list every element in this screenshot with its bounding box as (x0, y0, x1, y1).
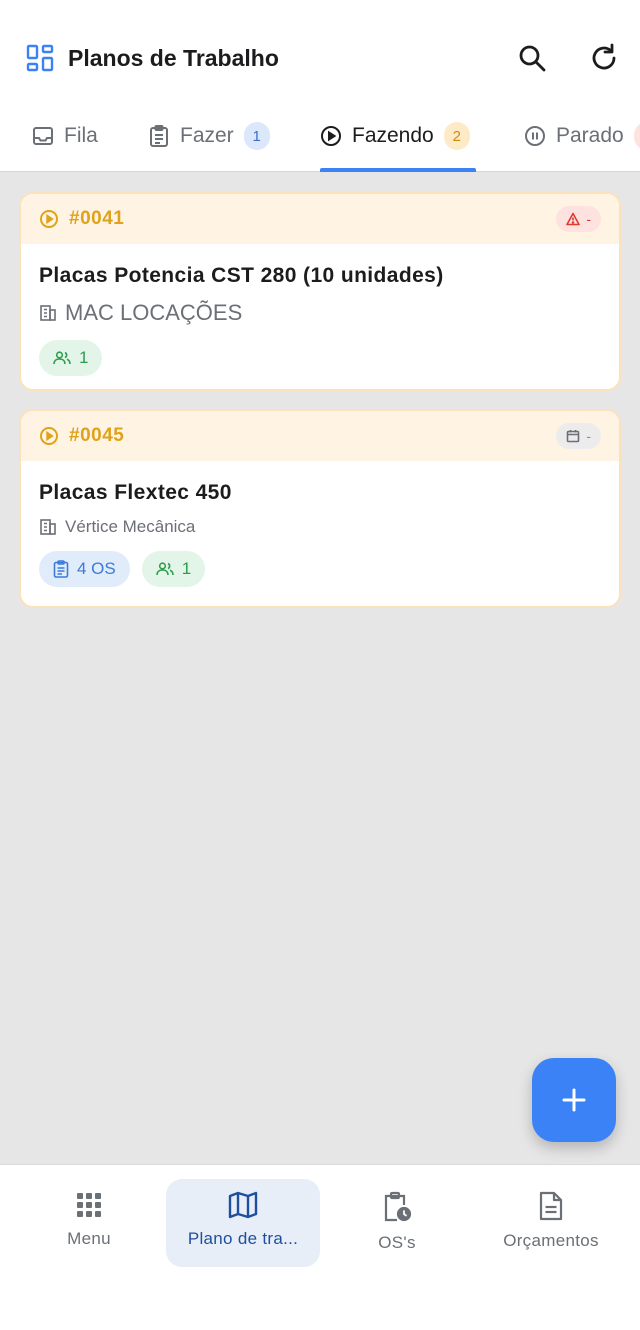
os-count: 4 OS (77, 559, 116, 578)
active-tab-indicator (320, 168, 476, 172)
card-code: #0041 (69, 208, 125, 229)
search-button[interactable] (512, 38, 552, 78)
client-name: Vértice Mecânica (65, 517, 196, 536)
building-icon (40, 305, 56, 321)
play-circle-icon (40, 210, 58, 228)
search-icon (519, 45, 546, 72)
map-icon (228, 1191, 258, 1219)
work-plan-card[interactable]: #0045 - Placas Flextec 450 Vértice Mecân… (19, 409, 621, 608)
tab-fila[interactable]: Fila (32, 100, 98, 172)
play-circle-icon (321, 126, 341, 146)
nav-orcamentos[interactable]: Orçamentos (474, 1179, 628, 1267)
users-icon (53, 351, 71, 365)
tab-fazer[interactable]: Fazer 1 (148, 100, 270, 172)
due-date-badge: - (556, 423, 601, 449)
tab-label: Fazendo (352, 124, 434, 147)
people-count-badge: 1 (141, 551, 206, 587)
users-icon (155, 562, 174, 576)
nav-work-plan[interactable]: Plano de tra... (166, 1179, 320, 1267)
count-badge (633, 122, 640, 150)
nav-menu[interactable]: Menu (12, 1179, 166, 1267)
status-text: - (586, 211, 591, 227)
refresh-button[interactable] (584, 38, 624, 78)
refresh-icon (592, 43, 616, 70)
clipboard-list-icon (150, 125, 168, 147)
page-title: Planos de Trabalho (68, 45, 279, 71)
people-count: 1 (79, 348, 89, 367)
grid-icon (77, 1193, 101, 1217)
plus-icon (562, 1088, 586, 1112)
tab-parado[interactable]: Parado (524, 100, 640, 172)
tab-fazendo[interactable]: Fazendo 2 (320, 100, 470, 172)
clipboard-clock-icon (384, 1191, 412, 1222)
document-icon (539, 1191, 563, 1221)
nav-label: OS's (378, 1233, 416, 1252)
client-name: MAC LOCAÇÕES (65, 300, 243, 325)
os-count-badge: 4 OS (39, 551, 130, 587)
client-row: Vértice Mecânica (39, 517, 601, 537)
inbox-icon (33, 127, 53, 145)
people-count-badge: 1 (39, 340, 103, 376)
work-plan-card[interactable]: #0041 - Placas Potencia CST 280 (10 unid… (19, 192, 621, 391)
card-body: Placas Flextec 450 Vértice Mecânica 4 OS… (21, 461, 619, 587)
nav-os[interactable]: OS's (320, 1179, 474, 1267)
count-badge: 1 (243, 122, 270, 150)
card-tags: 1 (39, 340, 601, 376)
pause-circle-icon (525, 126, 545, 146)
nav-label: Plano de tra... (187, 1229, 299, 1248)
bottom-nav: Menu Plano de tra... OS's Orçamentos (0, 1164, 640, 1330)
tab-label: Fazer (180, 124, 234, 147)
nav-label: Orçamentos (503, 1231, 599, 1250)
building-icon (40, 519, 56, 535)
card-body: Placas Potencia CST 280 (10 unidades) MA… (21, 244, 619, 376)
warning-icon (566, 212, 581, 226)
card-header: #0041 - (21, 194, 619, 244)
dashboard-icon (26, 44, 54, 72)
calendar-icon (567, 430, 580, 443)
card-title: Placas Potencia CST 280 (10 unidades) (39, 264, 444, 287)
card-code: #0045 (69, 425, 125, 446)
tab-label: Fila (64, 124, 98, 147)
status-text: - (586, 428, 591, 444)
header: Planos de Trabalho Fila Fazer 1 Fazendo … (0, 0, 640, 172)
clipboard-list-icon (53, 560, 69, 578)
tab-bar: Fila Fazer 1 Fazendo 2 Parado (0, 100, 640, 172)
people-count: 1 (181, 559, 192, 578)
app-bar: Planos de Trabalho (0, 0, 640, 100)
add-plan-button[interactable] (532, 1058, 616, 1142)
status-badge: - (556, 206, 601, 232)
count-badge: 2 (443, 122, 470, 150)
card-title: Placas Flextec 450 (39, 481, 232, 504)
card-header: #0045 - (21, 411, 619, 461)
nav-label: Menu (67, 1229, 111, 1248)
card-tags: 4 OS 1 (39, 551, 601, 587)
client-row: MAC LOCAÇÕES (39, 300, 601, 326)
tab-label: Parado (556, 124, 624, 147)
play-circle-icon (40, 427, 58, 445)
